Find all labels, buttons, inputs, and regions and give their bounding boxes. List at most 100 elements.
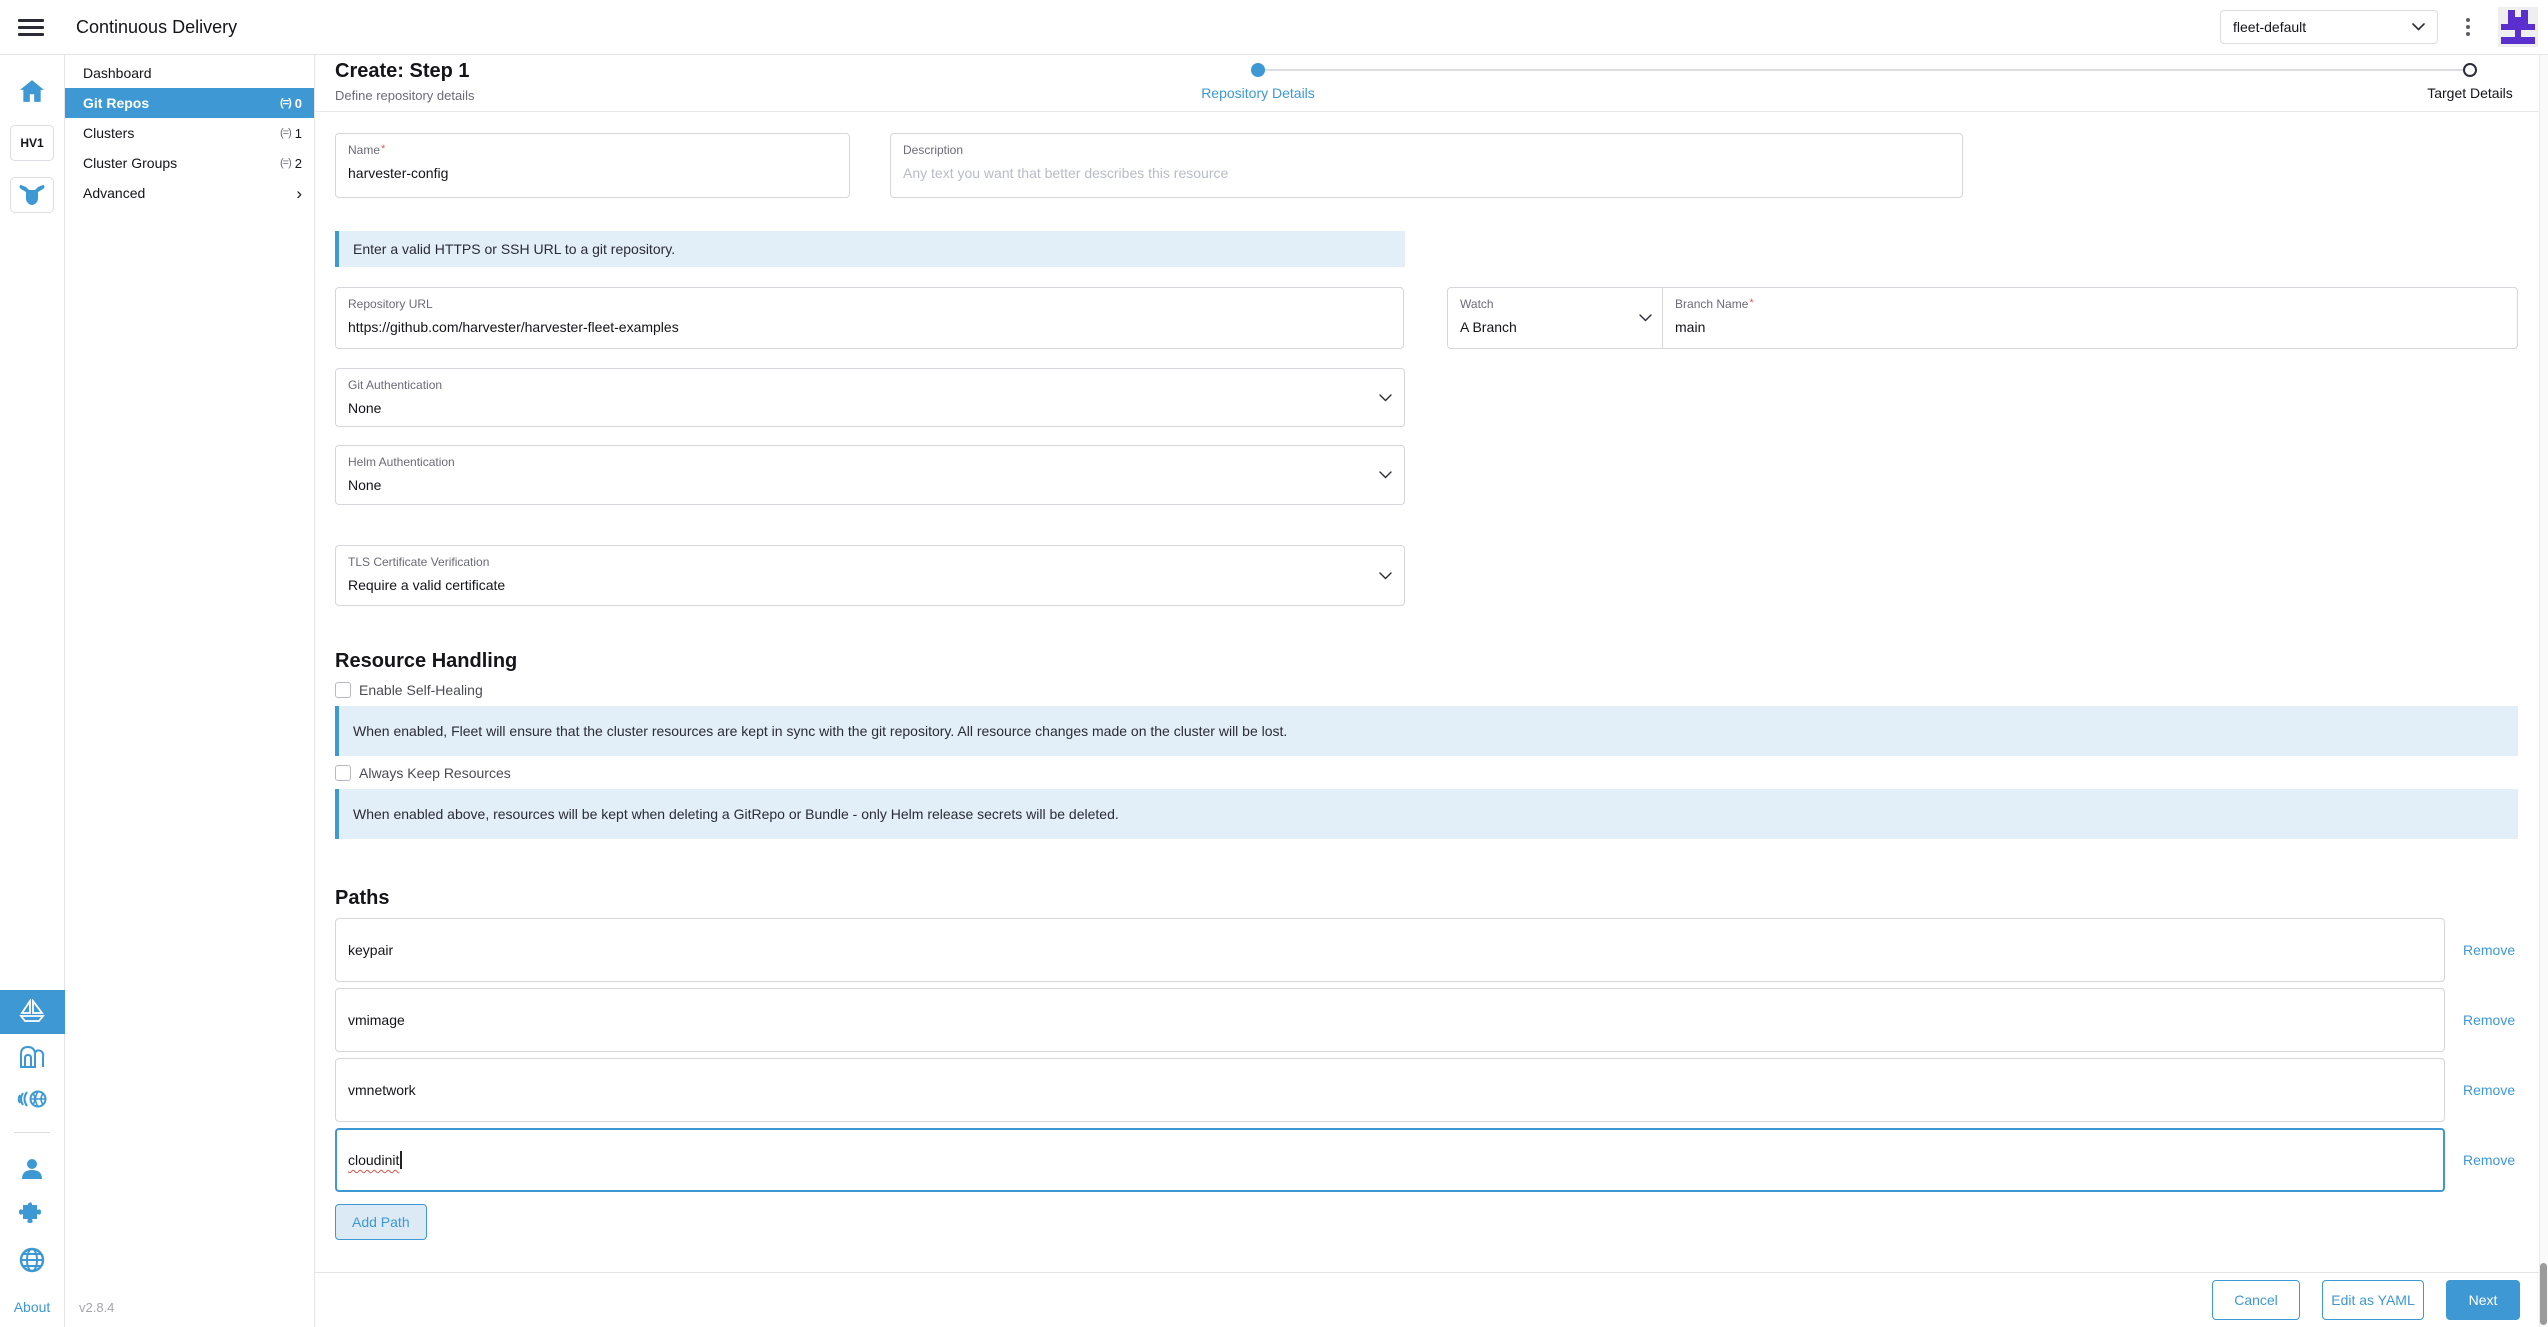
repository-url-field[interactable]: Repository URL https://github.com/harves… xyxy=(335,287,1404,349)
name-field[interactable]: Name* harvester-config xyxy=(335,133,850,198)
enable-self-healing-checkbox[interactable]: Enable Self-Healing xyxy=(335,682,2518,698)
path-row: cloudinit Remove xyxy=(335,1128,2518,1192)
watch-select[interactable]: Watch A Branch xyxy=(1448,288,1663,348)
branch-name-label: Branch Name xyxy=(1675,297,1748,311)
page-title: Create: Step 1 xyxy=(335,60,470,83)
workspace-select[interactable]: fleet-default xyxy=(2220,10,2438,44)
always-keep-resources-label: Always Keep Resources xyxy=(359,765,511,781)
step-label-repository-details: Repository Details xyxy=(1201,85,1315,101)
scrollbar-thumb[interactable] xyxy=(2540,1263,2547,1325)
repository-url-label: Repository URL xyxy=(348,297,1391,311)
rail-divider xyxy=(14,1132,50,1133)
users-authentication-icon[interactable] xyxy=(20,1157,44,1181)
chevron-down-icon xyxy=(1379,471,1392,479)
chevron-down-icon xyxy=(1379,572,1392,580)
cluster-management-icon[interactable] xyxy=(18,1044,46,1070)
remove-path-link[interactable]: Remove xyxy=(2463,1012,2515,1028)
user-avatar[interactable] xyxy=(2498,7,2538,47)
tls-verification-select[interactable]: TLS Certificate Verification Require a v… xyxy=(335,545,1405,606)
cluster-shortcut-label: HV1 xyxy=(20,136,43,150)
cancel-button[interactable]: Cancel xyxy=(2212,1280,2300,1320)
text-cursor xyxy=(400,1151,402,1169)
path-row: vmimage Remove xyxy=(335,988,2518,1052)
left-rail: HV1 xyxy=(0,55,65,1327)
repository-url-value: https://github.com/harvester/harvester-f… xyxy=(348,319,1391,335)
remove-path-link[interactable]: Remove xyxy=(2463,1082,2515,1098)
remove-path-link[interactable]: Remove xyxy=(2463,942,2515,958)
version-label: v2.8.4 xyxy=(79,1300,114,1315)
required-asterisk: * xyxy=(1749,297,1753,309)
sidebar-item-clusters[interactable]: Clusters (=) 1 xyxy=(65,118,314,148)
count-icon: (=) xyxy=(280,157,291,169)
chevron-right-icon: › xyxy=(296,185,302,202)
app-window: Continuous Delivery fleet-default HV1 xyxy=(0,0,2548,1327)
checkbox-icon xyxy=(335,682,351,698)
resource-count-badge: (=) 2 xyxy=(280,156,302,171)
git-authentication-label: Git Authentication xyxy=(348,378,1392,392)
step-dot-target-details xyxy=(2463,63,2477,77)
kebab-menu-icon[interactable] xyxy=(2460,14,2476,40)
path-input[interactable]: vmnetwork xyxy=(335,1058,2445,1122)
sidebar-item-cluster-groups[interactable]: Cluster Groups (=) 2 xyxy=(65,148,314,178)
sidebar-item-dashboard[interactable]: Dashboard xyxy=(65,58,314,88)
checkbox-icon xyxy=(335,765,351,781)
page-subtitle: Define repository details xyxy=(335,88,474,103)
chevron-down-icon xyxy=(1379,394,1392,402)
virtualization-management-icon[interactable] xyxy=(17,1090,47,1108)
home-icon[interactable] xyxy=(10,73,54,109)
globe-icon[interactable] xyxy=(19,1247,45,1273)
about-link[interactable]: About xyxy=(14,1299,51,1315)
workspace-select-value: fleet-default xyxy=(2233,19,2412,35)
main-content: Create: Step 1 Define repository details… xyxy=(315,55,2548,1327)
description-label: Description xyxy=(903,143,1950,157)
self-healing-info-banner: When enabled, Fleet will ensure that the… xyxy=(335,706,2518,756)
extensions-puzzle-icon[interactable] xyxy=(19,1201,45,1227)
sidebar-item-label: Git Repos xyxy=(83,95,280,111)
chevron-down-icon xyxy=(1639,314,1652,322)
sidebar-item-label: Advanced xyxy=(83,185,296,201)
stepper-line xyxy=(1258,69,2470,71)
chevron-down-icon xyxy=(2412,23,2425,31)
branch-name-value: main xyxy=(1675,319,2505,335)
resource-handling-heading: Resource Handling xyxy=(335,650,2518,673)
hamburger-menu-icon[interactable] xyxy=(18,15,48,39)
url-info-banner: Enter a valid HTTPS or SSH URL to a git … xyxy=(335,231,1405,267)
top-bar: Continuous Delivery fleet-default xyxy=(0,0,2548,55)
helm-authentication-label: Helm Authentication xyxy=(348,455,1392,469)
path-row: keypair Remove xyxy=(335,918,2518,982)
description-field[interactable]: Description Any text you want that bette… xyxy=(890,133,1963,198)
remove-path-link[interactable]: Remove xyxy=(2463,1152,2515,1168)
name-value: harvester-config xyxy=(348,165,837,181)
local-cluster-icon[interactable] xyxy=(10,177,54,213)
required-asterisk: * xyxy=(381,143,385,155)
count-icon: (=) xyxy=(280,127,291,139)
path-input[interactable]: vmimage xyxy=(335,988,2445,1052)
resource-count-badge: (=) 0 xyxy=(280,96,302,111)
sidebar-item-label: Cluster Groups xyxy=(83,155,280,171)
keep-resources-info-banner: When enabled above, resources will be ke… xyxy=(335,789,2518,839)
git-authentication-value: None xyxy=(348,400,1392,416)
git-authentication-select[interactable]: Git Authentication None xyxy=(335,368,1405,427)
enable-self-healing-label: Enable Self-Healing xyxy=(359,682,483,698)
tls-verification-label: TLS Certificate Verification xyxy=(348,555,1392,569)
helm-authentication-value: None xyxy=(348,477,1392,493)
branch-name-field[interactable]: Branch Name* main xyxy=(1663,288,2517,348)
cluster-shortcut-hv1[interactable]: HV1 xyxy=(10,125,54,161)
path-input[interactable]: keypair xyxy=(335,918,2445,982)
path-input-focused[interactable]: cloudinit xyxy=(335,1128,2445,1192)
helm-authentication-select[interactable]: Helm Authentication None xyxy=(335,445,1405,505)
continuous-delivery-fleet-icon[interactable] xyxy=(0,990,65,1034)
paths-heading: Paths xyxy=(335,887,2518,910)
sidebar-item-advanced[interactable]: Advanced › xyxy=(65,178,314,208)
next-button[interactable]: Next xyxy=(2446,1280,2520,1320)
always-keep-resources-checkbox[interactable]: Always Keep Resources xyxy=(335,765,2518,781)
add-path-button[interactable]: Add Path xyxy=(335,1204,427,1240)
watch-branch-group: Watch A Branch Branch Name* main xyxy=(1447,287,2518,349)
resource-count-badge: (=) 1 xyxy=(280,126,302,141)
step-label-target-details: Target Details xyxy=(2427,85,2513,101)
watch-value: A Branch xyxy=(1460,319,1650,335)
edit-as-yaml-button[interactable]: Edit as YAML xyxy=(2322,1280,2424,1320)
vertical-scrollbar xyxy=(2539,55,2548,1327)
step-dot-repository-details xyxy=(1251,63,1265,77)
sidebar-item-git-repos[interactable]: Git Repos (=) 0 xyxy=(65,88,314,118)
